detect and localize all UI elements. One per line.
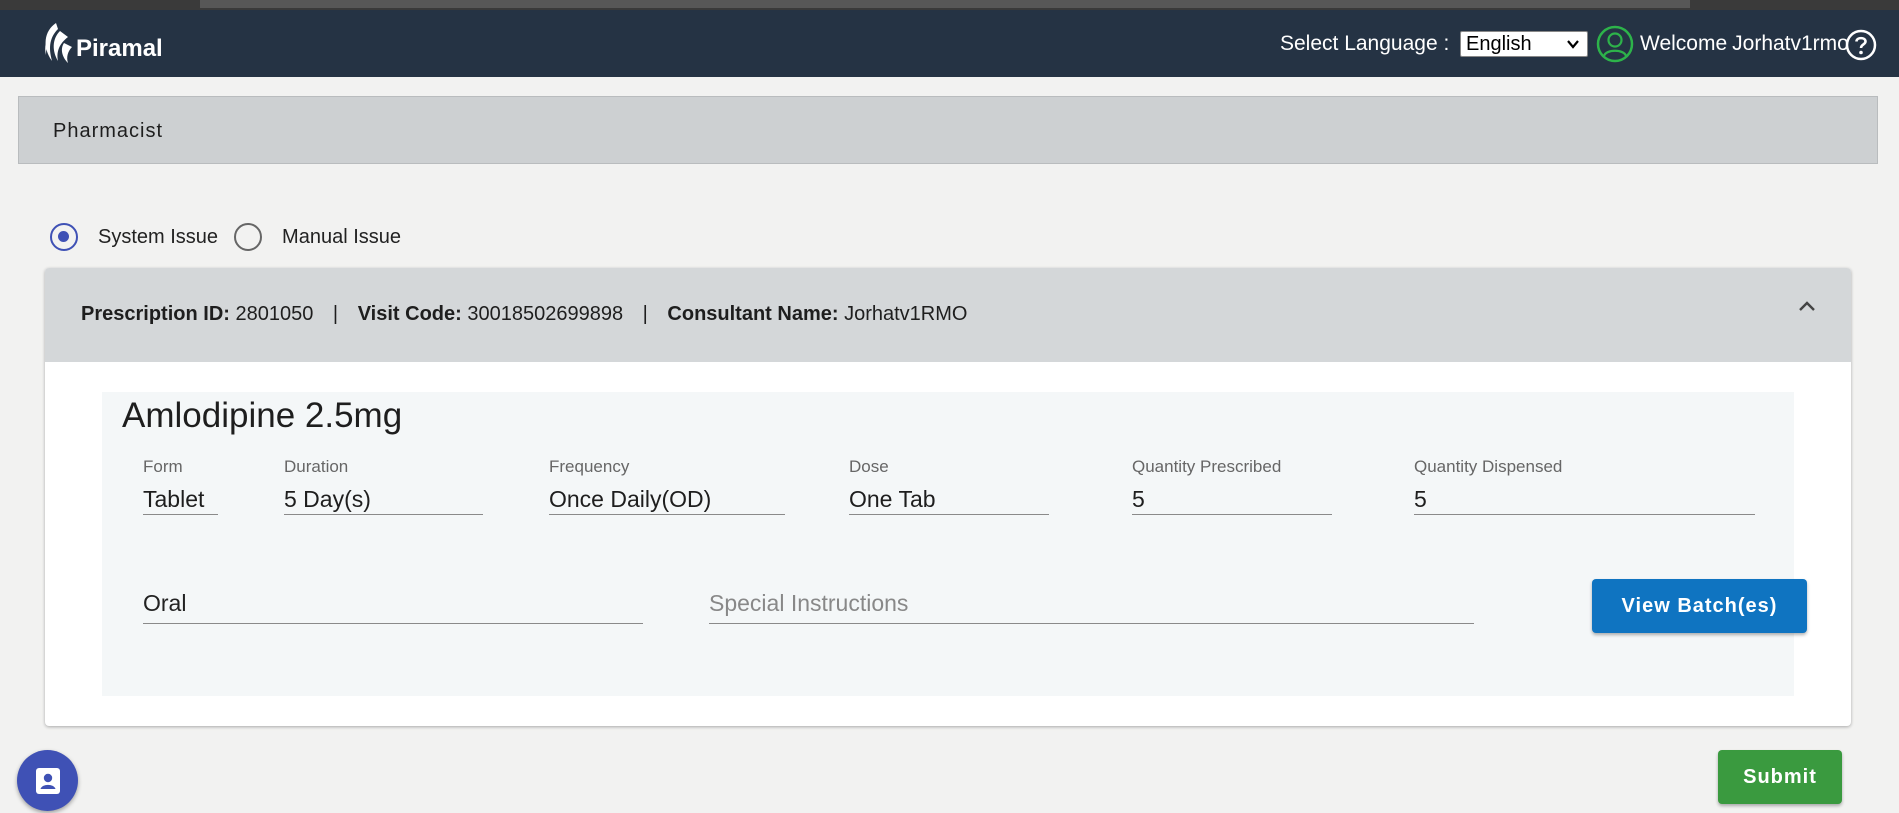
user-avatar-icon[interactable] (1596, 25, 1634, 63)
radio-manual-issue-label[interactable]: Manual Issue (282, 226, 401, 249)
visit-code: 30018502699898 (467, 303, 624, 325)
form-value: Tablet (143, 479, 218, 515)
frequency-label: Frequency (549, 457, 630, 476)
form-field: Form Tablet (143, 457, 218, 517)
language-select[interactable]: English (1460, 31, 1588, 57)
consultant-name-label: Consultant Name: (667, 303, 839, 325)
prescription-id-label: Prescription ID: (81, 303, 230, 325)
view-batches-button[interactable]: View Batch(es) (1592, 579, 1807, 633)
user-name: Jorhatv1rmo (1732, 32, 1849, 55)
duration-label: Duration (284, 457, 349, 476)
prescription-card-header[interactable]: Prescription ID: 2801050 | Visit Code: 3… (45, 268, 1851, 362)
prescription-card: Prescription ID: 2801050 | Visit Code: 3… (45, 268, 1851, 726)
dose-field: Dose One Tab (849, 457, 1049, 517)
chevron-down-icon (1567, 40, 1579, 49)
frequency-value: Once Daily(OD) (549, 479, 785, 515)
quantity-dispensed-label: Quantity Dispensed (1414, 457, 1563, 476)
separator: | (332, 303, 339, 325)
welcome-label: Welcome (1640, 32, 1728, 55)
consultant-name: Jorhatv1RMO (844, 303, 968, 325)
top-navbar: Piramal Select Language : English Welcom… (0, 10, 1899, 77)
brand-logo[interactable]: Piramal (38, 17, 163, 73)
quantity-prescribed-label: Quantity Prescribed (1132, 457, 1282, 476)
quantity-dispensed-input[interactable]: 5 (1414, 479, 1755, 515)
welcome-message: Welcome Jorhatv1rmo (1640, 32, 1849, 56)
contact-fab-button[interactable] (17, 750, 78, 811)
page-title: Pharmacist (53, 120, 164, 142)
brand-name: Piramal (76, 35, 163, 62)
duration-value: 5 Day(s) (284, 479, 483, 515)
radio-manual-issue[interactable] (234, 223, 263, 251)
page-title-bar: Pharmacist (18, 96, 1878, 164)
chevron-up-icon[interactable] (1797, 298, 1817, 314)
dose-value: One Tab (849, 479, 1049, 515)
quantity-dispensed-field: Quantity Dispensed 5 (1414, 457, 1755, 517)
radio-system-issue-label[interactable]: System Issue (98, 226, 218, 249)
form-label: Form (143, 457, 183, 476)
route-field: Oral (143, 584, 643, 624)
medicine-panel: Amlodipine 2.5mg Form Tablet Duration 5 … (102, 392, 1807, 696)
piramal-logo-icon (45, 23, 72, 63)
radio-system-issue[interactable] (50, 223, 78, 251)
separator: | (642, 303, 648, 325)
prescription-summary: Prescription ID: 2801050 | Visit Code: 3… (81, 303, 967, 326)
frequency-field: Frequency Once Daily(OD) (549, 457, 785, 517)
submit-button[interactable]: Submit (1718, 750, 1842, 804)
dose-label: Dose (849, 457, 889, 476)
visit-code-label: Visit Code: (357, 303, 462, 325)
special-instructions-input[interactable]: Special Instructions (709, 584, 1474, 624)
medicine-name: Amlodipine 2.5mg (122, 396, 403, 435)
browser-strip (0, 0, 1899, 10)
language-label: Select Language : (1280, 32, 1450, 55)
browser-tab-bar (200, 0, 1690, 8)
duration-field: Duration 5 Day(s) (284, 457, 483, 517)
prescription-id: 2801050 (235, 303, 314, 325)
quantity-prescribed-value: 5 (1132, 479, 1332, 515)
help-icon[interactable] (1845, 29, 1877, 61)
quantity-prescribed-field: Quantity Prescribed 5 (1132, 457, 1332, 517)
contact-card-icon (35, 767, 60, 794)
language-selected-value: English (1466, 33, 1532, 55)
issue-type-radio-group: System Issue Manual Issue (50, 220, 401, 254)
